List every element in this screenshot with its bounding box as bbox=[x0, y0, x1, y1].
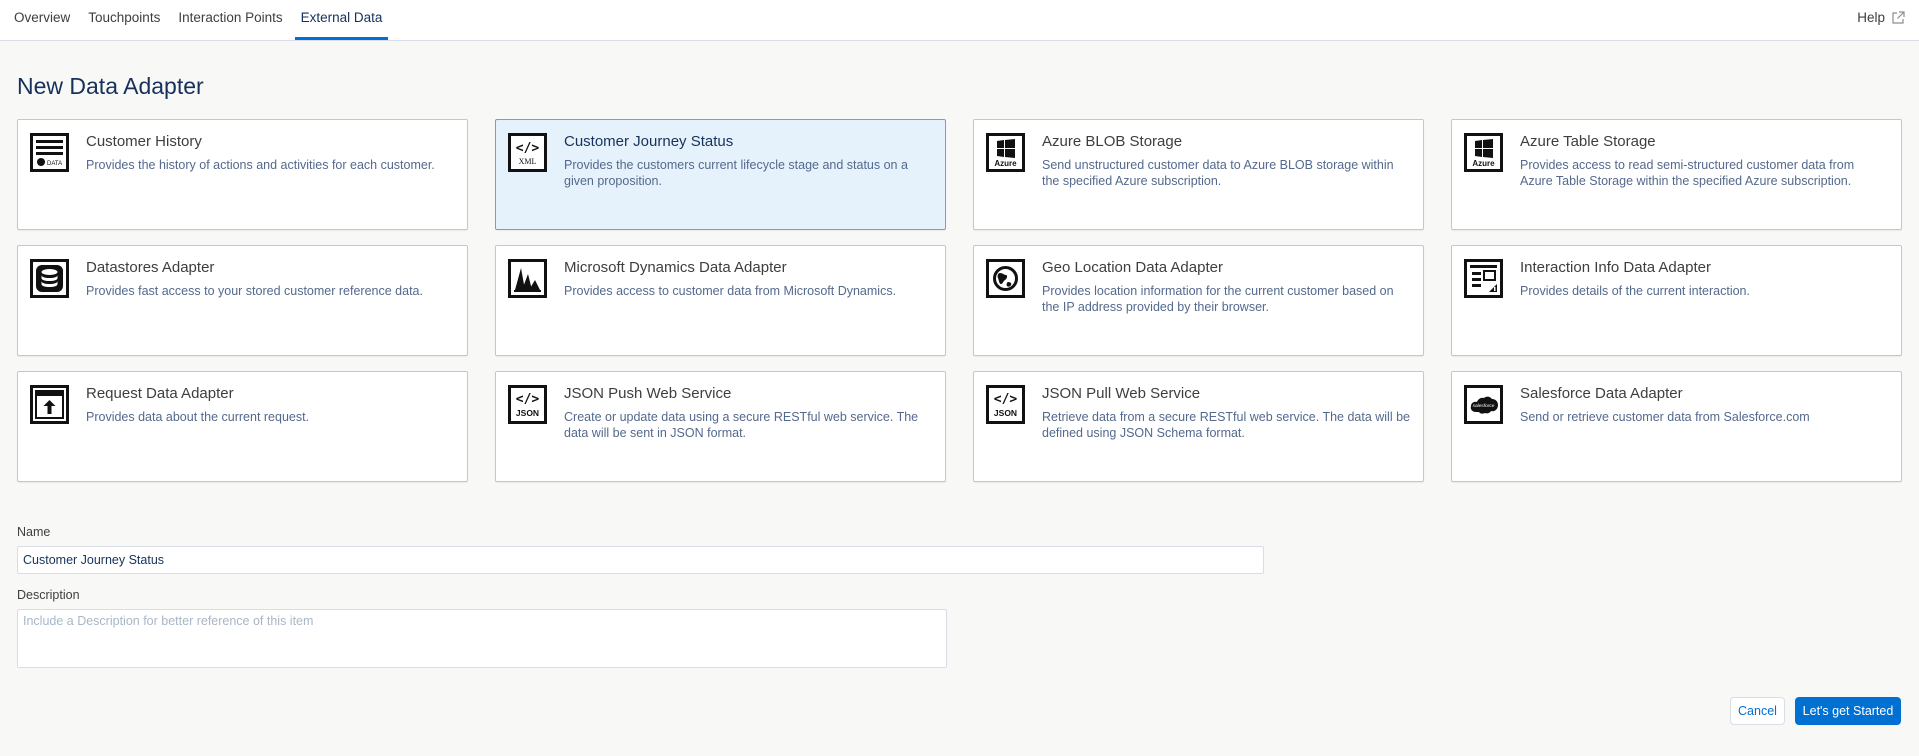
adapter-description: Send or retrieve customer data from Sale… bbox=[1520, 410, 1810, 424]
adapter-description: Create or update data using a secure RES… bbox=[564, 410, 919, 440]
adapter-card-azure-table-storage[interactable]: Azure Azure Table Storage Provides acces… bbox=[1451, 119, 1902, 230]
lets-get-started-button[interactable]: Let's get Started bbox=[1795, 697, 1901, 725]
svg-text:JSON: JSON bbox=[994, 408, 1017, 418]
svg-text:XML: XML bbox=[519, 157, 537, 166]
adapter-description: Provides fast access to your stored cust… bbox=[86, 284, 423, 298]
adapter-title: Datastores Adapter bbox=[86, 259, 215, 276]
svg-text:salesforce: salesforce bbox=[1473, 403, 1495, 409]
adapter-card-azure-blob-storage[interactable]: Azure Azure BLOB Storage Send unstructur… bbox=[973, 119, 1424, 230]
dynamics-icon bbox=[508, 259, 547, 298]
svg-text:</>: </> bbox=[516, 141, 540, 156]
xml-code-icon: </> XML bbox=[508, 133, 547, 172]
svg-text:</>: </> bbox=[994, 392, 1018, 407]
svg-text:Azure: Azure bbox=[994, 159, 1017, 168]
customer-history-icon: DATA bbox=[30, 133, 69, 172]
json-code-icon: </> JSON bbox=[508, 385, 547, 424]
database-icon bbox=[30, 259, 69, 298]
tab-overview[interactable]: Overview bbox=[8, 0, 76, 40]
adapter-title: Request Data Adapter bbox=[86, 385, 234, 402]
adapter-title: Azure Table Storage bbox=[1520, 133, 1656, 150]
adapter-title: Geo Location Data Adapter bbox=[1042, 259, 1223, 276]
svg-text:Azure: Azure bbox=[1472, 159, 1495, 168]
adapter-card-microsoft-dynamics[interactable]: Microsoft Dynamics Data Adapter Provides… bbox=[495, 245, 946, 356]
globe-icon bbox=[986, 259, 1025, 298]
description-textarea[interactable] bbox=[17, 609, 947, 668]
adapter-title: Interaction Info Data Adapter bbox=[1520, 259, 1711, 276]
adapter-title: Salesforce Data Adapter bbox=[1520, 385, 1683, 402]
external-link-icon bbox=[1891, 11, 1905, 25]
help-link[interactable]: Help bbox=[1857, 0, 1905, 36]
adapter-description: Provides location information for the cu… bbox=[1042, 284, 1394, 314]
name-label: Name bbox=[17, 525, 51, 539]
svg-text:DATA: DATA bbox=[47, 161, 62, 167]
adapter-title: Azure BLOB Storage bbox=[1042, 133, 1183, 150]
adapter-card-request-data[interactable]: Request Data Adapter Provides data about… bbox=[17, 371, 468, 482]
adapter-title: JSON Push Web Service bbox=[564, 385, 732, 402]
tab-bar: Overview Touchpoints Interaction Points … bbox=[8, 0, 394, 40]
adapter-description: Send unstructured customer data to Azure… bbox=[1042, 158, 1394, 188]
adapter-card-customer-journey-status[interactable]: </> XML Customer Journey Status Provides… bbox=[495, 119, 946, 230]
json-code-icon: </> JSON bbox=[986, 385, 1025, 424]
adapter-description: Provides the customers current lifecycle… bbox=[564, 158, 908, 188]
adapter-title: Customer History bbox=[86, 133, 202, 150]
adapter-card-customer-history[interactable]: DATA Customer History Provides the histo… bbox=[17, 119, 468, 230]
adapter-title: Microsoft Dynamics Data Adapter bbox=[564, 259, 787, 276]
svg-text:</>: </> bbox=[516, 392, 540, 407]
description-label: Description bbox=[17, 588, 80, 602]
interaction-info-icon bbox=[1464, 259, 1503, 298]
adapter-title: JSON Pull Web Service bbox=[1042, 385, 1201, 402]
cancel-button[interactable]: Cancel bbox=[1730, 697, 1785, 725]
adapter-description: Retrieve data from a secure RESTful web … bbox=[1042, 410, 1410, 440]
adapter-description: Provides data about the current request. bbox=[86, 410, 310, 424]
adapter-card-geo-location[interactable]: Geo Location Data Adapter Provides locat… bbox=[973, 245, 1424, 356]
adapter-card-datastores[interactable]: Datastores Adapter Provides fast access … bbox=[17, 245, 468, 356]
request-upload-icon bbox=[30, 385, 69, 424]
azure-icon: Azure bbox=[1464, 133, 1503, 172]
adapter-card-json-push[interactable]: </> JSON JSON Push Web Service Create or… bbox=[495, 371, 946, 482]
adapter-description: Provides access to read semi-structured … bbox=[1520, 158, 1855, 188]
help-label: Help bbox=[1857, 10, 1885, 25]
adapter-description: Provides details of the current interact… bbox=[1520, 284, 1750, 298]
azure-icon: Azure bbox=[986, 133, 1025, 172]
tab-interaction-points[interactable]: Interaction Points bbox=[172, 0, 288, 40]
name-input[interactable]: Customer Journey Status bbox=[17, 546, 1264, 574]
page-title: New Data Adapter bbox=[17, 73, 204, 100]
adapter-description: Provides access to customer data from Mi… bbox=[564, 284, 897, 298]
adapter-grid: DATA Customer History Provides the histo… bbox=[17, 119, 1902, 482]
adapter-title: Customer Journey Status bbox=[564, 133, 734, 150]
adapter-description: Provides the history of actions and acti… bbox=[86, 158, 435, 172]
adapter-card-json-pull[interactable]: </> JSON JSON Pull Web Service Retrieve … bbox=[973, 371, 1424, 482]
tab-touchpoints[interactable]: Touchpoints bbox=[82, 0, 166, 40]
adapter-card-interaction-info[interactable]: Interaction Info Data Adapter Provides d… bbox=[1451, 245, 1902, 356]
svg-text:JSON: JSON bbox=[516, 408, 539, 418]
salesforce-cloud-icon: salesforce bbox=[1464, 385, 1503, 424]
top-nav: Overview Touchpoints Interaction Points … bbox=[0, 0, 1919, 41]
tab-external-data[interactable]: External Data bbox=[294, 0, 389, 40]
adapter-card-salesforce[interactable]: salesforce Salesforce Data Adapter Send … bbox=[1451, 371, 1902, 482]
